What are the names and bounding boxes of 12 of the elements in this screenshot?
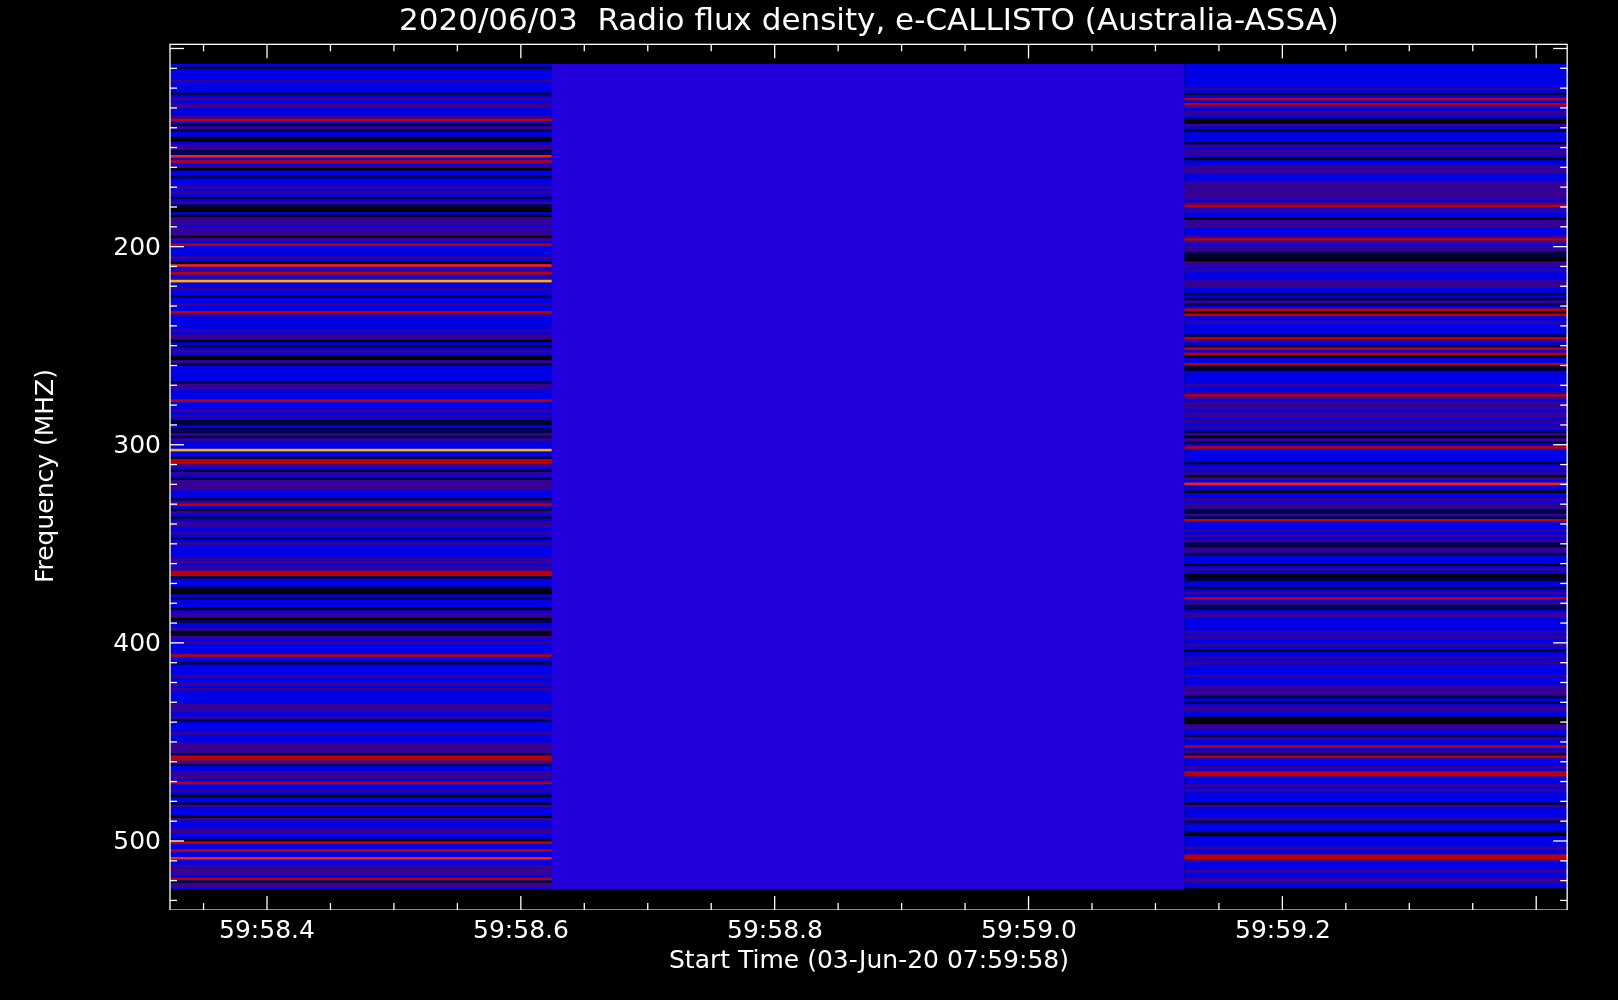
tick-label: 59:59.2	[1234, 916, 1332, 944]
tick-label: 500	[113, 827, 161, 855]
tick-label: 59:58.8	[726, 916, 824, 944]
axis-label: Start Time (03-Jun-20 07:59:58)	[669, 946, 1069, 974]
tick-label: 59:59.0	[980, 916, 1078, 944]
plot-title: 2020/06/03 Radio flux density, e-CALLISTO (Australia-ASSA)	[399, 2, 1339, 39]
tick-label: 59:58.6	[472, 916, 570, 944]
tick-label: 59:58.4	[218, 916, 316, 944]
axis-label: Frequency (MHZ)	[31, 369, 59, 584]
tick-label: 200	[113, 233, 161, 261]
tick-label: 300	[113, 431, 161, 459]
tick-label: 400	[113, 629, 161, 657]
